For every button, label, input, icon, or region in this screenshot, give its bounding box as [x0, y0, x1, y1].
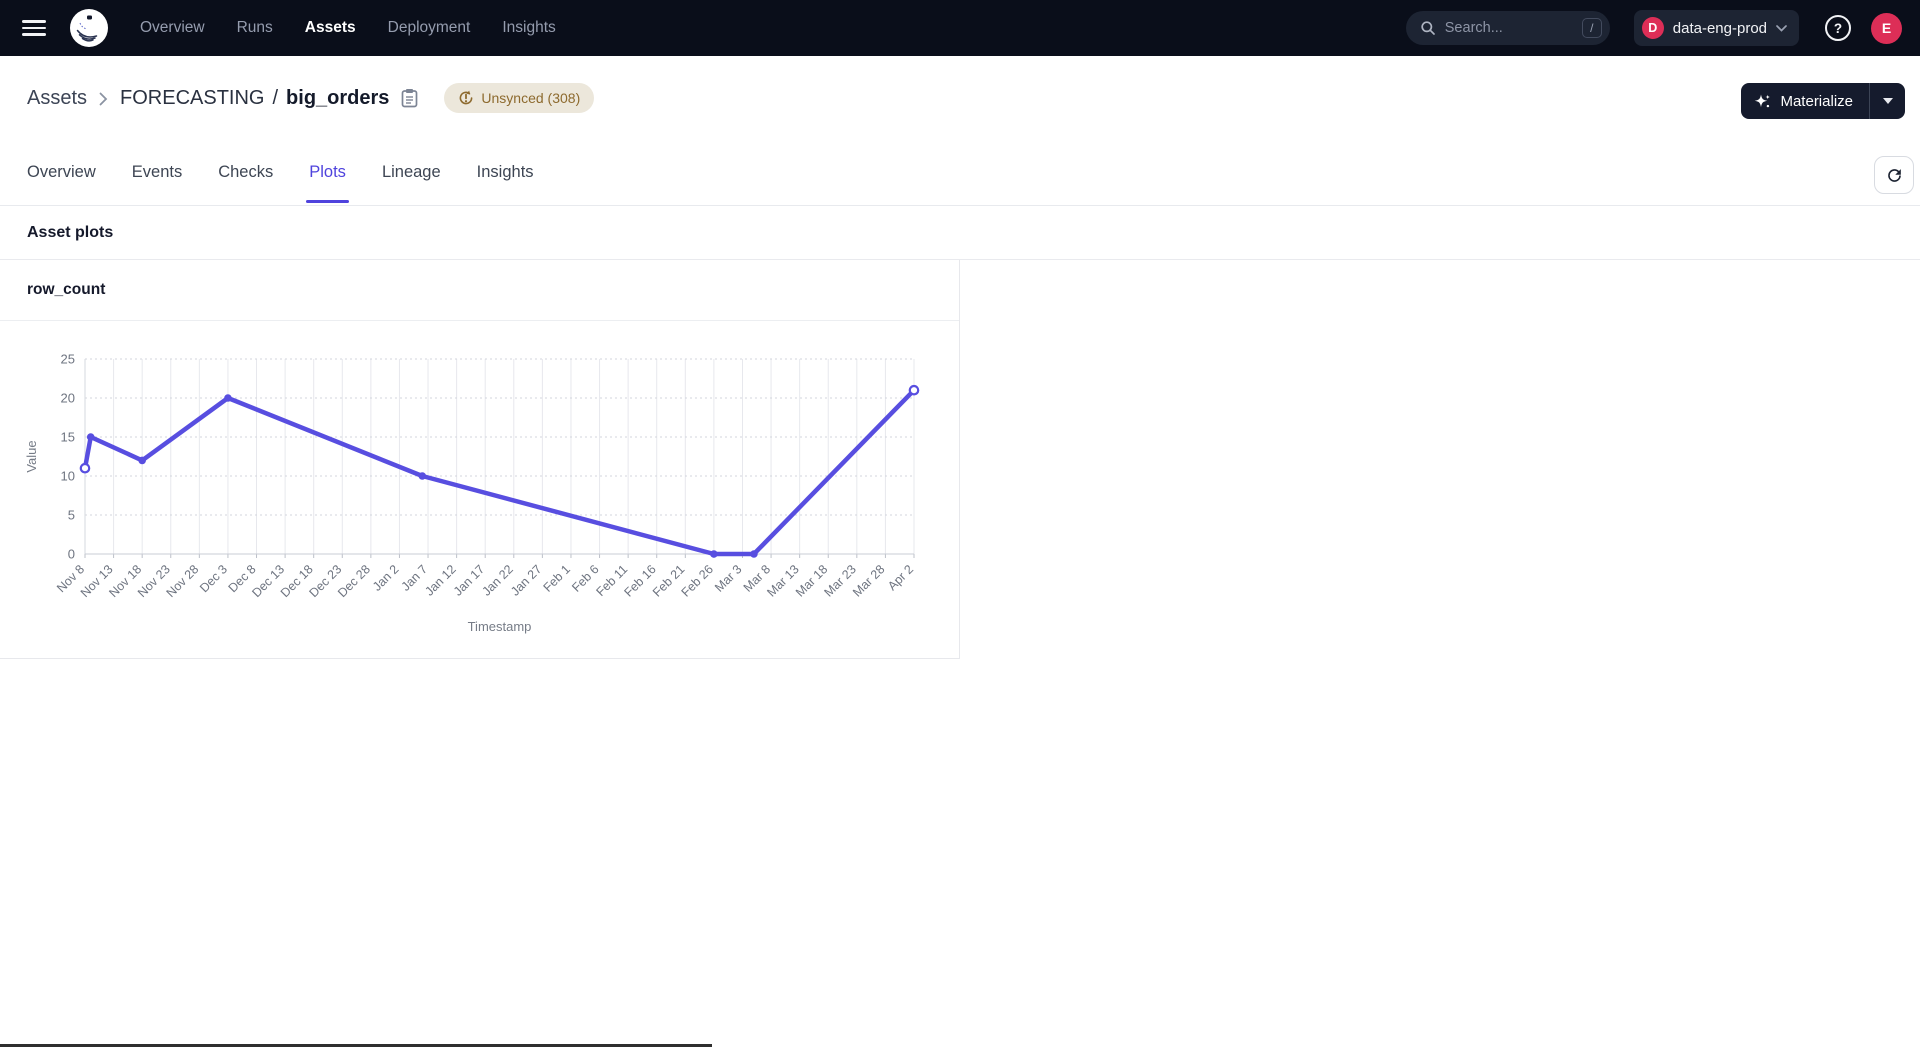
top-nav: Overview Runs Assets Deployment Insights…	[0, 0, 1920, 56]
dagster-logo-icon	[70, 9, 108, 47]
sync-icon	[458, 90, 474, 106]
svg-text:0: 0	[68, 547, 75, 562]
section-header: Asset plots	[0, 206, 1920, 260]
page-title: big_orders	[286, 87, 389, 110]
deployment-initial-badge: D	[1642, 17, 1664, 39]
copy-icon[interactable]	[401, 88, 418, 108]
svg-text:10: 10	[61, 469, 75, 484]
svg-text:Jan 27: Jan 27	[508, 562, 544, 598]
svg-text:20: 20	[61, 391, 75, 406]
breadcrumb-assets-link[interactable]: Assets	[27, 87, 87, 110]
materialize-dropdown-button[interactable]	[1869, 83, 1905, 119]
svg-text:Feb 1: Feb 1	[541, 562, 574, 595]
svg-text:Mar 28: Mar 28	[850, 562, 887, 599]
svg-text:Value: Value	[24, 440, 39, 472]
tab-checks[interactable]: Checks	[218, 140, 273, 205]
help-icon[interactable]: ?	[1825, 15, 1851, 41]
svg-text:25: 25	[61, 352, 75, 367]
breadcrumb-separator: /	[272, 87, 278, 110]
svg-text:Feb 26: Feb 26	[679, 562, 716, 599]
asset-header: Assets FORECASTING / big_orders	[0, 56, 1920, 140]
svg-text:Nov 28: Nov 28	[164, 562, 202, 600]
section-title: Asset plots	[27, 224, 113, 242]
dagster-logo[interactable]	[70, 9, 108, 47]
deployment-selector[interactable]: D data-eng-prod	[1634, 10, 1799, 46]
svg-text:Jan 22: Jan 22	[479, 562, 515, 598]
asset-tabs: Overview Events Checks Plots Lineage Ins…	[0, 140, 1920, 206]
search-input[interactable]: Search... /	[1406, 11, 1610, 45]
svg-text:Mar 3: Mar 3	[712, 562, 745, 595]
line-chart: Nov 8Nov 13Nov 18Nov 23Nov 28Dec 3Dec 8D…	[0, 321, 959, 658]
user-avatar[interactable]: E	[1871, 13, 1902, 44]
clipboard-icon	[401, 88, 418, 108]
svg-text:Jan 17: Jan 17	[451, 562, 487, 598]
breadcrumb: Assets FORECASTING / big_orders	[27, 83, 594, 113]
refresh-button[interactable]	[1874, 156, 1914, 194]
tab-overview[interactable]: Overview	[27, 140, 96, 205]
breadcrumb-group-link[interactable]: FORECASTING	[120, 87, 264, 110]
svg-text:Timestamp: Timestamp	[468, 619, 532, 634]
materialize-split-button: Materialize	[1741, 83, 1905, 119]
unsynced-badge-label: Unsynced (308)	[481, 90, 580, 106]
nav-runs[interactable]: Runs	[237, 19, 273, 37]
svg-text:5: 5	[68, 508, 75, 523]
main-nav: Overview Runs Assets Deployment Insights	[140, 19, 556, 37]
unsynced-badge[interactable]: Unsynced (308)	[444, 83, 594, 113]
nav-assets[interactable]: Assets	[305, 19, 356, 37]
search-icon	[1420, 20, 1436, 36]
svg-text:Dec 3: Dec 3	[197, 562, 230, 595]
chevron-down-icon	[1776, 25, 1787, 32]
refresh-icon	[1885, 166, 1904, 185]
sparkle-icon	[1754, 93, 1771, 110]
nav-insights[interactable]: Insights	[502, 19, 555, 37]
tab-events[interactable]: Events	[132, 140, 182, 205]
caret-down-icon	[1883, 98, 1893, 104]
menu-icon[interactable]	[22, 18, 48, 38]
materialize-button[interactable]: Materialize	[1741, 83, 1869, 119]
svg-text:Jan 2: Jan 2	[370, 562, 402, 594]
tab-plots[interactable]: Plots	[309, 140, 346, 205]
svg-text:Apr 2: Apr 2	[885, 562, 916, 593]
row-count-chart: Nov 8Nov 13Nov 18Nov 23Nov 28Dec 3Dec 8D…	[0, 321, 959, 658]
svg-text:Dec 28: Dec 28	[335, 562, 373, 600]
svg-text:15: 15	[61, 430, 75, 445]
nav-overview[interactable]: Overview	[140, 19, 205, 37]
slash-shortcut-key: /	[1582, 18, 1602, 38]
page: Overview Runs Assets Deployment Insights…	[0, 0, 1920, 1047]
nav-deployment[interactable]: Deployment	[388, 19, 471, 37]
plot-title: row_count	[27, 281, 105, 299]
search-placeholder: Search...	[1445, 20, 1582, 36]
chevron-right-icon	[99, 92, 108, 106]
tab-lineage[interactable]: Lineage	[382, 140, 441, 205]
plot-card: row_count Nov 8Nov 13Nov 18Nov 23Nov 28D…	[0, 260, 960, 659]
materialize-label: Materialize	[1780, 93, 1853, 110]
deployment-name: data-eng-prod	[1673, 20, 1767, 37]
tab-insights[interactable]: Insights	[477, 140, 534, 205]
svg-text:Jan 12: Jan 12	[422, 562, 458, 598]
